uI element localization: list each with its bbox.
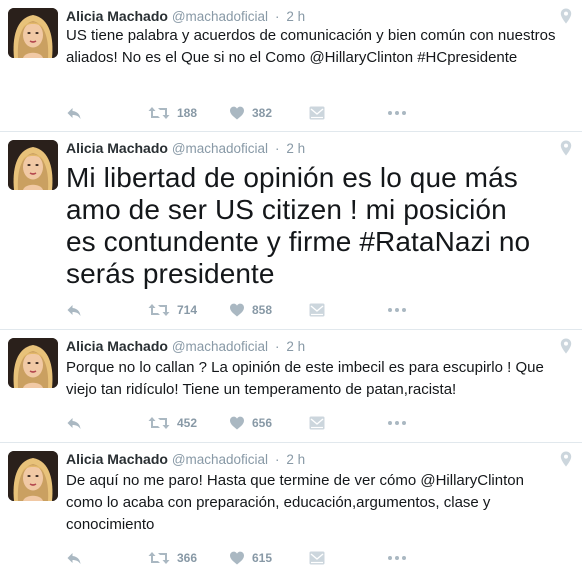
tweet[interactable]: Alicia Machado @machadoficial · 2 h Mi l… <box>0 132 582 330</box>
tweet-text: US tiene palabra y acuerdos de comunicac… <box>66 27 556 66</box>
location-pin-icon[interactable] <box>560 338 572 354</box>
timestamp[interactable]: 2 h <box>286 9 305 24</box>
retweet-count: 188 <box>177 106 198 120</box>
retweet-icon <box>148 302 170 318</box>
tweet-header: Alicia Machado @machadoficial · 2 h <box>66 138 305 158</box>
separator-dot: · <box>274 452 280 467</box>
timestamp[interactable]: 2 h <box>286 141 305 156</box>
author-name[interactable]: Alicia Machado <box>66 8 168 24</box>
timestamp[interactable]: 2 h <box>286 452 305 467</box>
retweet-icon <box>148 105 170 121</box>
like-button[interactable]: 382 <box>229 103 272 123</box>
author-handle[interactable]: @machadoficial <box>172 141 268 156</box>
tweet-actions: 366 615 <box>66 548 486 568</box>
direct-message-icon <box>309 106 325 120</box>
like-button[interactable]: 656 <box>229 413 272 433</box>
tweet-header: Alicia Machado @machadoficial · 2 h <box>66 6 305 26</box>
retweet-count: 714 <box>177 303 198 317</box>
reply-icon <box>66 302 82 318</box>
direct-message-icon <box>309 303 325 317</box>
reply-button[interactable] <box>66 548 82 568</box>
more-icon <box>388 111 406 115</box>
tweet-text: Porque no lo callan ? La opinión de este… <box>66 359 544 398</box>
direct-message-button[interactable] <box>309 300 325 320</box>
more-icon <box>388 556 406 560</box>
reply-button[interactable] <box>66 300 82 320</box>
reply-icon <box>66 415 82 431</box>
avatar[interactable] <box>8 338 58 388</box>
direct-message-icon <box>309 416 325 430</box>
reply-button[interactable] <box>66 413 82 433</box>
like-count: 656 <box>252 416 273 430</box>
tweet[interactable]: Alicia Machado @machadoficial · 2 h Porq… <box>0 330 582 443</box>
separator-dot: · <box>274 9 280 24</box>
location-pin-icon[interactable] <box>560 8 572 24</box>
reply-icon <box>66 105 82 121</box>
author-handle[interactable]: @machadoficial <box>172 9 268 24</box>
tweet-header: Alicia Machado @machadoficial · 2 h <box>66 336 305 356</box>
more-icon <box>388 421 406 425</box>
author-name[interactable]: Alicia Machado <box>66 451 168 467</box>
retweet-icon <box>148 550 170 566</box>
like-count: 615 <box>252 551 273 565</box>
reply-button[interactable] <box>66 103 82 123</box>
tweet[interactable]: Alicia Machado @machadoficial · 2 h De a… <box>0 443 582 574</box>
more-button[interactable] <box>388 103 406 123</box>
tweet[interactable]: Alicia Machado @machadoficial · 2 h US t… <box>0 0 582 132</box>
more-button[interactable] <box>388 413 406 433</box>
like-count: 382 <box>252 106 273 120</box>
direct-message-icon <box>309 551 325 565</box>
avatar[interactable] <box>8 451 58 501</box>
like-count: 858 <box>252 303 273 317</box>
tweet-actions: 188 382 <box>66 103 486 123</box>
heart-icon <box>229 302 245 318</box>
retweet-button[interactable]: 188 <box>148 103 197 123</box>
more-button[interactable] <box>388 300 406 320</box>
heart-icon <box>229 415 245 431</box>
more-icon <box>388 308 406 312</box>
retweet-button[interactable]: 366 <box>148 548 197 568</box>
separator-dot: · <box>274 339 280 354</box>
tweet-actions: 452 656 <box>66 413 486 433</box>
retweet-button[interactable]: 452 <box>148 413 197 433</box>
timestamp[interactable]: 2 h <box>286 339 305 354</box>
heart-icon <box>229 105 245 121</box>
avatar[interactable] <box>8 140 58 190</box>
like-button[interactable]: 615 <box>229 548 272 568</box>
retweet-button[interactable]: 714 <box>148 300 197 320</box>
author-handle[interactable]: @machadoficial <box>172 452 268 467</box>
tweet-actions: 714 858 <box>66 300 486 320</box>
retweet-count: 452 <box>177 416 198 430</box>
tweet-header: Alicia Machado @machadoficial · 2 h <box>66 449 305 469</box>
retweet-count: 366 <box>177 551 198 565</box>
avatar[interactable] <box>8 8 58 58</box>
direct-message-button[interactable] <box>309 413 325 433</box>
like-button[interactable]: 858 <box>229 300 272 320</box>
more-button[interactable] <box>388 548 406 568</box>
location-pin-icon[interactable] <box>560 451 572 467</box>
retweet-icon <box>148 415 170 431</box>
separator-dot: · <box>274 141 280 156</box>
tweet-text: Mi libertad de opinión es lo que más amo… <box>66 162 531 289</box>
reply-icon <box>66 550 82 566</box>
direct-message-button[interactable] <box>309 548 325 568</box>
author-name[interactable]: Alicia Machado <box>66 140 168 156</box>
author-name[interactable]: Alicia Machado <box>66 338 168 354</box>
author-handle[interactable]: @machadoficial <box>172 339 268 354</box>
tweet-text: De aquí no me paro! Hasta que termine de… <box>66 472 524 533</box>
direct-message-button[interactable] <box>309 103 325 123</box>
location-pin-icon[interactable] <box>560 140 572 156</box>
heart-icon <box>229 550 245 566</box>
